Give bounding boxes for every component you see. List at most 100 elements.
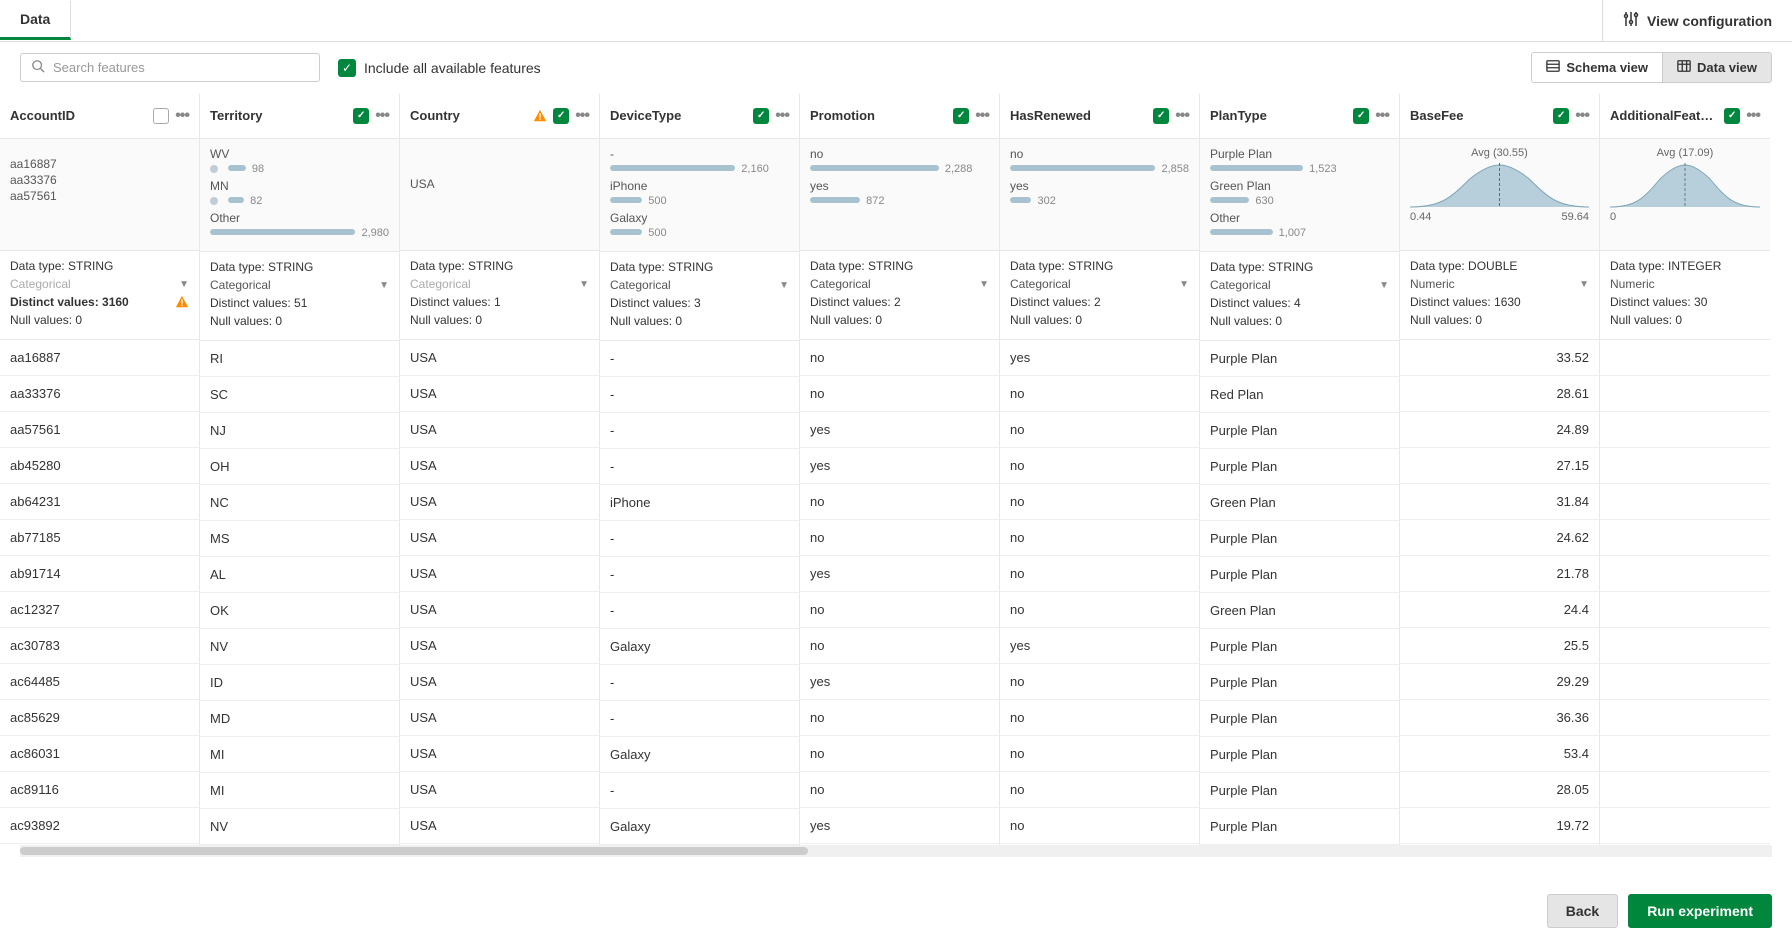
column-header[interactable]: HasRenewed✓••• [1000,93,1199,139]
data-cell[interactable]: Purple Plan [1200,629,1399,665]
column-header[interactable]: Promotion✓••• [800,93,999,139]
data-cell[interactable] [1600,376,1770,412]
data-cell[interactable]: ab64231 [0,484,199,520]
chevron-down-icon[interactable]: ▼ [1179,279,1189,290]
data-cell[interactable]: 53.4 [1400,736,1599,772]
data-cell[interactable]: MI [200,737,399,773]
more-icon[interactable]: ••• [1375,107,1389,125]
data-cell[interactable] [1600,736,1770,772]
data-cell[interactable]: SC [200,377,399,413]
data-cell[interactable]: 25.5 [1400,628,1599,664]
data-cell[interactable]: aa33376 [0,376,199,412]
treatment-select[interactable]: Numeric▼ [1410,277,1589,291]
data-cell[interactable]: ac86031 [0,736,199,772]
data-cell[interactable]: 28.05 [1400,772,1599,808]
data-cell[interactable]: aa16887 [0,340,199,376]
data-cell[interactable]: MS [200,521,399,557]
data-cell[interactable]: ID [200,665,399,701]
treatment-select[interactable]: Numeric [1610,277,1760,291]
data-cell[interactable]: no [800,340,999,376]
data-cell[interactable]: ac93892 [0,808,199,844]
data-cell[interactable] [1600,412,1770,448]
data-cell[interactable] [1600,808,1770,844]
data-cell[interactable]: - [600,773,799,809]
data-cell[interactable]: no [1000,700,1199,736]
data-cell[interactable]: NV [200,629,399,665]
data-cell[interactable]: no [1000,556,1199,592]
data-cell[interactable] [1600,592,1770,628]
data-cell[interactable]: - [600,377,799,413]
column-checkbox[interactable]: ✓ [753,108,769,124]
data-cell[interactable]: 28.61 [1400,376,1599,412]
include-all-checkbox[interactable]: ✓ Include all available features [338,59,541,77]
chevron-down-icon[interactable]: ▼ [379,280,389,291]
data-cell[interactable]: - [600,665,799,701]
data-cell[interactable]: no [800,772,999,808]
data-cell[interactable]: OK [200,593,399,629]
data-cell[interactable]: USA [400,772,599,808]
data-cell[interactable] [1600,484,1770,520]
column-checkbox[interactable]: ✓ [1724,108,1740,124]
data-view-button[interactable]: Data view [1662,53,1771,82]
data-cell[interactable]: USA [400,556,599,592]
data-cell[interactable]: Purple Plan [1200,521,1399,557]
data-cell[interactable]: no [800,520,999,556]
data-cell[interactable]: Purple Plan [1200,701,1399,737]
back-button[interactable]: Back [1547,894,1618,928]
more-icon[interactable]: ••• [575,107,589,125]
data-cell[interactable]: Galaxy [600,737,799,773]
data-cell[interactable]: Purple Plan [1200,413,1399,449]
more-icon[interactable]: ••• [975,107,989,125]
data-cell[interactable]: yes [1000,628,1199,664]
column-header[interactable]: AdditionalFeatureS…✓••• [1600,93,1770,139]
more-icon[interactable]: ••• [375,107,389,125]
data-cell[interactable]: USA [400,808,599,844]
data-cell[interactable]: ac64485 [0,664,199,700]
column-checkbox[interactable]: ✓ [953,108,969,124]
data-cell[interactable]: yes [1000,340,1199,376]
data-cell[interactable]: yes [800,412,999,448]
data-cell[interactable]: - [600,701,799,737]
data-cell[interactable]: USA [400,628,599,664]
data-cell[interactable]: ac30783 [0,628,199,664]
data-cell[interactable]: ab45280 [0,448,199,484]
column-checkbox[interactable]: ✓ [553,108,569,124]
search-input[interactable] [53,60,309,75]
treatment-select[interactable]: Categorical▼ [210,278,389,292]
column-header[interactable]: DeviceType✓••• [600,93,799,139]
data-cell[interactable]: 19.72 [1400,808,1599,844]
data-cell[interactable]: no [1000,412,1199,448]
treatment-select[interactable]: Categorical▼ [610,278,789,292]
data-cell[interactable]: 24.62 [1400,520,1599,556]
scrollbar-thumb[interactable] [20,847,808,855]
column-header[interactable]: BaseFee✓••• [1400,93,1599,139]
data-cell[interactable]: USA [400,340,599,376]
data-cell[interactable]: iPhone [600,485,799,521]
data-cell[interactable] [1600,628,1770,664]
data-cell[interactable] [1600,700,1770,736]
chevron-down-icon[interactable]: ▼ [1379,280,1389,291]
data-cell[interactable]: no [800,376,999,412]
schema-view-button[interactable]: Schema view [1532,53,1662,82]
data-cell[interactable]: ab91714 [0,556,199,592]
data-cell[interactable]: Red Plan [1200,377,1399,413]
column-header[interactable]: PlanType✓••• [1200,93,1399,139]
data-cell[interactable]: no [1000,484,1199,520]
column-header[interactable]: Country✓••• [400,93,599,139]
data-cell[interactable]: 29.29 [1400,664,1599,700]
data-cell[interactable]: USA [400,736,599,772]
data-cell[interactable]: Purple Plan [1200,557,1399,593]
column-checkbox[interactable]: ✓ [1153,108,1169,124]
data-cell[interactable]: no [1000,664,1199,700]
horizontal-scrollbar[interactable] [20,845,1772,857]
data-cell[interactable]: no [800,628,999,664]
chevron-down-icon[interactable]: ▼ [779,280,789,291]
data-cell[interactable]: Purple Plan [1200,737,1399,773]
treatment-select[interactable]: Categorical▼ [810,277,989,291]
search-box[interactable] [20,53,320,82]
data-cell[interactable]: NC [200,485,399,521]
more-icon[interactable]: ••• [775,107,789,125]
data-cell[interactable]: MI [200,773,399,809]
data-cell[interactable]: Purple Plan [1200,773,1399,809]
data-cell[interactable]: no [800,700,999,736]
